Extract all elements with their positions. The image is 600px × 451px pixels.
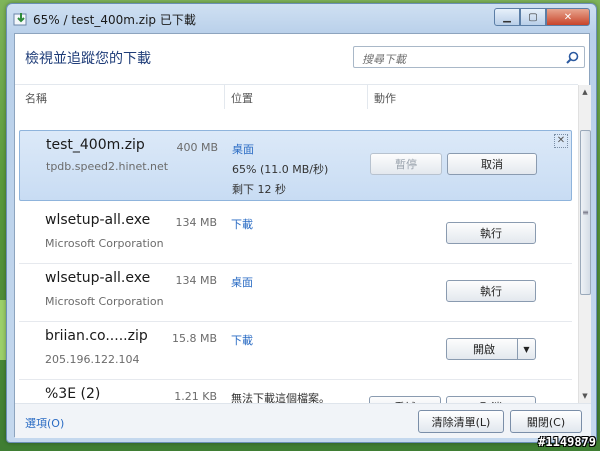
file-name: %3E (2) [45,386,101,402]
file-location-link[interactable]: 下載 [231,216,253,232]
download-app-icon [13,13,27,26]
download-row[interactable]: wlsetup-all.exe Microsoft Corporation 13… [19,206,572,264]
download-row[interactable]: briian.co.....zip 205.196.122.104 15.8 M… [19,322,572,380]
panel-header: 檢視並追蹤您的下載 搜尋下載 [15,34,589,84]
column-header: 名稱 位置 動作 [15,84,578,109]
column-divider [224,85,225,109]
file-size: 134 MB [175,216,217,229]
file-source: 205.196.122.104 [45,353,140,366]
file-source: Microsoft Corporation [45,237,164,250]
file-location-link[interactable]: 下載 [231,332,253,348]
cancel-button[interactable]: 取消 [446,396,536,403]
run-button[interactable]: 執行 [446,280,536,302]
file-source: tpdb.speed2.hinet.net [46,160,169,173]
scroll-thumb[interactable]: ≡ [580,130,591,295]
file-size: 400 MB [176,141,218,154]
download-row[interactable]: test_400m.zip tpdb.speed2.hinet.net 400 … [19,130,572,201]
clear-list-button[interactable]: 清除清單(L) [418,410,504,433]
chevron-down-icon[interactable]: ▼ [517,339,535,359]
file-name: briian.co.....zip [45,328,148,344]
file-location-link[interactable]: 桌面 [231,274,253,290]
time-remaining: 剩下 12 秒 [232,183,286,196]
minimize-button[interactable]: ▁ [494,8,520,26]
retry-button[interactable]: 重試 [369,396,441,403]
options-link[interactable]: 選項(O) [25,415,64,431]
page-title: 檢視並追蹤您的下載 [25,51,151,67]
close-icon[interactable]: ✕ [554,134,568,148]
watermark-text: #1149879 [538,435,596,449]
download-panel: 檢視並追蹤您的下載 搜尋下載 名稱 位置 動作 test_400m.zip tp… [14,33,591,438]
file-name: wlsetup-all.exe [45,270,151,286]
download-list: test_400m.zip tpdb.speed2.hinet.net 400 … [15,109,578,403]
scroll-up-icon[interactable]: ▲ [579,85,591,99]
scroll-down-icon[interactable]: ▼ [579,389,591,403]
file-name: test_400m.zip [46,137,145,153]
file-location-link[interactable]: 桌面 [232,141,254,157]
file-size: 134 MB [175,274,217,287]
window-title: 65% / test_400m.zip 已下載 [33,13,196,27]
search-input[interactable]: 搜尋下載 [353,46,585,68]
progress-text: 65% (11.0 MB/秒) [232,163,329,176]
download-row[interactable]: %3E (2) 1.21 KB 無法下載這個檔案。 重試 取消 [19,380,572,403]
run-button[interactable]: 執行 [446,222,536,244]
download-manager-window: 65% / test_400m.zip 已下載 ▁ ▢ ✕ 檢視並追蹤您的下載 … [6,3,597,443]
maximize-button[interactable]: ▢ [520,8,546,26]
cancel-button[interactable]: 取消 [447,153,537,175]
panel-footer: 選項(O) 清除清單(L) 關閉(C) [15,403,591,438]
title-bar[interactable]: 65% / test_400m.zip 已下載 ▁ ▢ ✕ [7,4,596,32]
column-actions[interactable]: 動作 [374,90,396,106]
column-location[interactable]: 位置 [231,90,253,106]
open-button[interactable]: 開啟 ▼ [446,338,536,360]
file-name: wlsetup-all.exe [45,212,151,228]
search-placeholder: 搜尋下載 [362,53,406,66]
search-icon[interactable] [566,51,579,64]
file-size: 1.21 KB [174,390,217,403]
file-size: 15.8 MB [171,332,217,345]
column-divider [367,85,368,109]
file-source: Microsoft Corporation [45,295,164,308]
error-status: 無法下載這個檔案。 [231,392,330,403]
pause-button[interactable]: 暫停 [370,153,442,175]
vertical-scrollbar[interactable]: ▲ ≡ ▼ [578,85,591,403]
close-window-button[interactable]: ✕ [546,8,590,26]
download-row[interactable]: wlsetup-all.exe Microsoft Corporation 13… [19,264,572,322]
open-button-label: 開啟 [473,343,495,356]
window-controls: ▁ ▢ ✕ [494,8,590,26]
column-name[interactable]: 名稱 [25,90,47,106]
close-button[interactable]: 關閉(C) [510,410,582,433]
